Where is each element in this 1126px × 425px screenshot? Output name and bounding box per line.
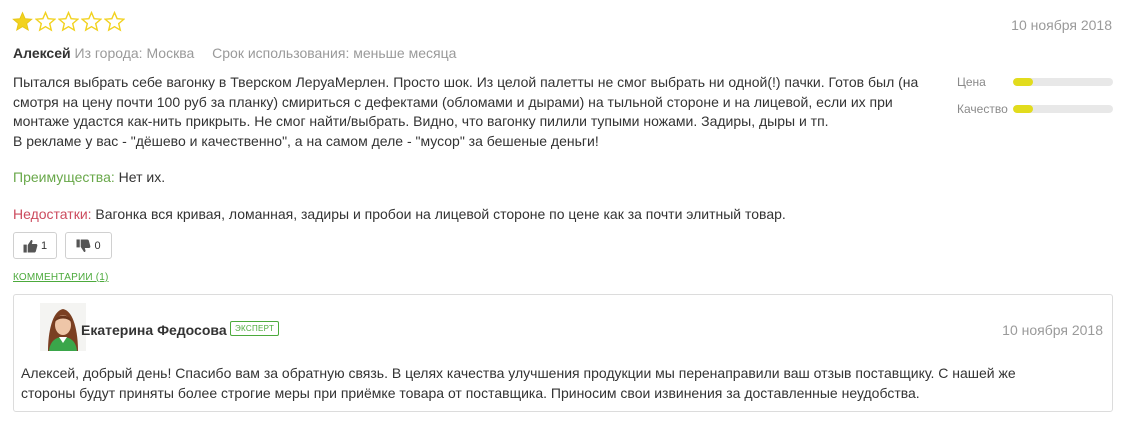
expert-reply: Екатерина Федосова ЭКСПЕРТ 10 ноября 201… — [13, 294, 1113, 412]
star-icon-empty — [58, 11, 79, 32]
thumbs-up-icon — [23, 239, 38, 253]
thumbs-down-icon — [76, 238, 91, 252]
comments-link[interactable]: КОММЕНТАРИИ (1) — [13, 272, 109, 283]
reply-text-line: стороны будут приняты более строгие меры… — [21, 385, 920, 401]
usage-value: меньше месяца — [353, 45, 457, 61]
review-text-line: смотря на цену почти 100 руб за планку) … — [13, 93, 893, 110]
like-count: 1 — [40, 239, 48, 252]
star-icon-empty — [104, 11, 125, 32]
dislike-count: 0 — [94, 239, 101, 252]
reply-text: Алексей, добрый день! Спасибо вам за обр… — [21, 363, 1101, 403]
rating-label: Цена — [957, 75, 986, 89]
city-label: Из города: — [74, 45, 143, 61]
rating-price: Цена — [957, 74, 1113, 101]
reply-text-line: Алексей, добрый день! Спасибо вам за обр… — [21, 365, 1016, 381]
city-value: Москва — [146, 45, 195, 61]
star-rating — [12, 11, 125, 32]
rating-quality: Качество — [957, 101, 1113, 128]
review-date: 10 ноября 2018 — [1011, 17, 1112, 33]
usage-label: Срок использования: — [212, 45, 350, 61]
review-text-line: Пытался выбрать себе вагонку в Тверском … — [13, 74, 919, 90]
expert-name: Екатерина Федосова — [81, 322, 227, 338]
rating-bar-fill — [1013, 78, 1033, 86]
star-icon-filled — [12, 11, 33, 31]
review-cons: Недостатки: Вагонка вся кривая, ломанная… — [13, 206, 786, 222]
rating-bar — [1013, 78, 1113, 86]
avatar — [40, 303, 86, 351]
pros-label: Преимущества: — [13, 169, 115, 185]
rating-bar-fill — [1013, 105, 1033, 113]
review-text-line: монтаже удастся как-нить прикрыть. Не см… — [13, 113, 829, 129]
review-pros: Преимущества: Нет их. — [13, 169, 165, 185]
review-author: Алексей — [13, 45, 71, 61]
cons-text: Вагонка вся кривая, ломанная, задиры и п… — [95, 206, 786, 222]
cons-label: Недостатки: — [13, 206, 92, 222]
star-icon-empty — [81, 11, 102, 32]
rating-label: Качество — [957, 102, 1008, 116]
expert-badge: ЭКСПЕРТ — [230, 321, 280, 336]
rating-bar — [1013, 105, 1113, 113]
criteria-ratings: Цена Качество — [957, 74, 1113, 128]
like-button[interactable]: 1 — [13, 232, 57, 259]
review-text-line: В рекламе у вас - "дёшево и качественно"… — [13, 132, 599, 149]
pros-text: Нет их. — [118, 169, 166, 185]
review-text: Пытался выбрать себе вагонку в Тверском … — [13, 73, 943, 151]
dislike-button[interactable]: 0 — [65, 232, 112, 259]
review-meta: Алексей Из города: Москва Срок использов… — [13, 45, 456, 61]
reply-date: 10 ноября 2018 — [1002, 322, 1103, 338]
star-icon-empty — [35, 11, 56, 32]
